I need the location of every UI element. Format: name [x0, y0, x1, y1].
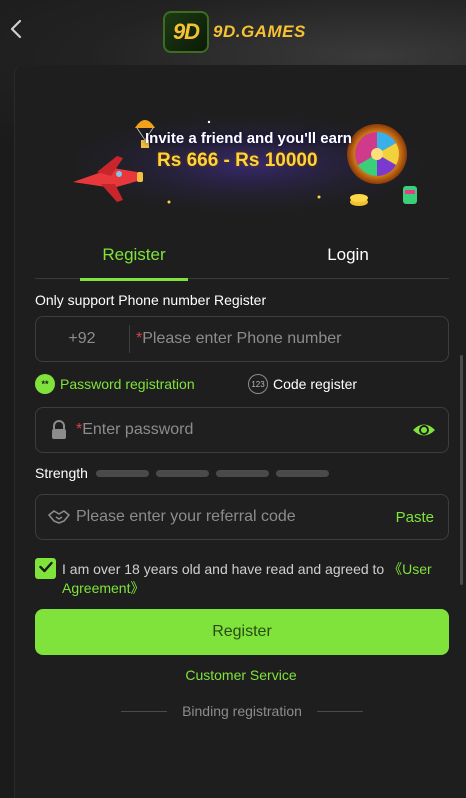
phone-input[interactable]: * Please enter Phone number	[136, 317, 341, 361]
code-register-label: Code register	[273, 376, 358, 392]
password-registration-label: Password registration	[60, 376, 195, 392]
banner-title: Invite a friend and you'll earn	[145, 130, 352, 147]
phone-divider	[129, 325, 130, 353]
password-registration-option[interactable]: ** Password registration	[35, 373, 195, 395]
code-mode-icon: 123	[248, 374, 268, 394]
agreement-checkbox[interactable]	[35, 558, 56, 579]
password-input[interactable]: * Enter password	[76, 408, 193, 452]
banner-amount: Rs 666 - Rs 10000	[157, 150, 318, 171]
chevron-left-icon	[9, 19, 23, 45]
phone-placeholder: Please enter Phone number	[142, 330, 342, 347]
handshake-icon	[48, 507, 70, 527]
referral-field[interactable]: Please enter your referral code Paste	[35, 494, 449, 540]
referral-input[interactable]: Please enter your referral code	[76, 495, 296, 539]
back-button[interactable]	[4, 18, 28, 46]
agreement-statement: I am over 18 years old and have read and…	[62, 561, 389, 577]
password-field[interactable]: * Enter password	[35, 407, 449, 453]
phone-field[interactable]: +92 * Please enter Phone number	[35, 316, 449, 362]
check-icon	[38, 560, 53, 577]
eye-icon[interactable]	[412, 419, 436, 441]
strength-bar	[95, 469, 149, 477]
strength-bar	[275, 469, 329, 477]
agreement-text: I am over 18 years old and have read and…	[62, 560, 450, 598]
lock-icon	[50, 420, 68, 440]
tab-login[interactable]: Login	[294, 231, 402, 279]
paste-button[interactable]: Paste	[396, 495, 434, 539]
referral-placeholder: Please enter your referral code	[76, 508, 296, 525]
password-mode-icon: **	[35, 374, 55, 394]
strength-bar	[215, 469, 269, 477]
agreement-row: I am over 18 years old and have read and…	[35, 556, 449, 598]
logo: 9D 9D.GAMES	[163, 11, 306, 53]
only-support-notice: Only support Phone number Register	[35, 292, 267, 308]
register-card: Invite a friend and you'll earn Rs 666 -…	[14, 65, 466, 798]
binding-registration[interactable]: Binding registration	[121, 702, 363, 720]
strength-bar	[155, 469, 209, 477]
password-placeholder: Enter password	[82, 421, 194, 438]
divider-line	[121, 710, 167, 712]
country-code[interactable]: +92	[36, 317, 128, 361]
auth-tabs: Register Login	[35, 231, 449, 281]
strength-label: Strength	[35, 465, 88, 481]
customer-service-link[interactable]: Customer Service	[15, 667, 466, 683]
logo-text: 9D.GAMES	[213, 22, 306, 41]
divider-line	[316, 710, 363, 712]
tab-register[interactable]: Register	[80, 231, 188, 281]
binding-registration-label: Binding registration	[182, 703, 302, 719]
invite-banner[interactable]: Invite a friend and you'll earn Rs 666 -…	[59, 102, 431, 222]
logo-badge: 9D	[163, 11, 209, 53]
register-button[interactable]: Register	[35, 609, 449, 655]
password-strength: Strength	[35, 464, 336, 482]
header: 9D 9D.GAMES	[0, 0, 466, 64]
scrollbar[interactable]	[460, 355, 463, 585]
code-register-option[interactable]: 123 Code register	[248, 373, 357, 395]
